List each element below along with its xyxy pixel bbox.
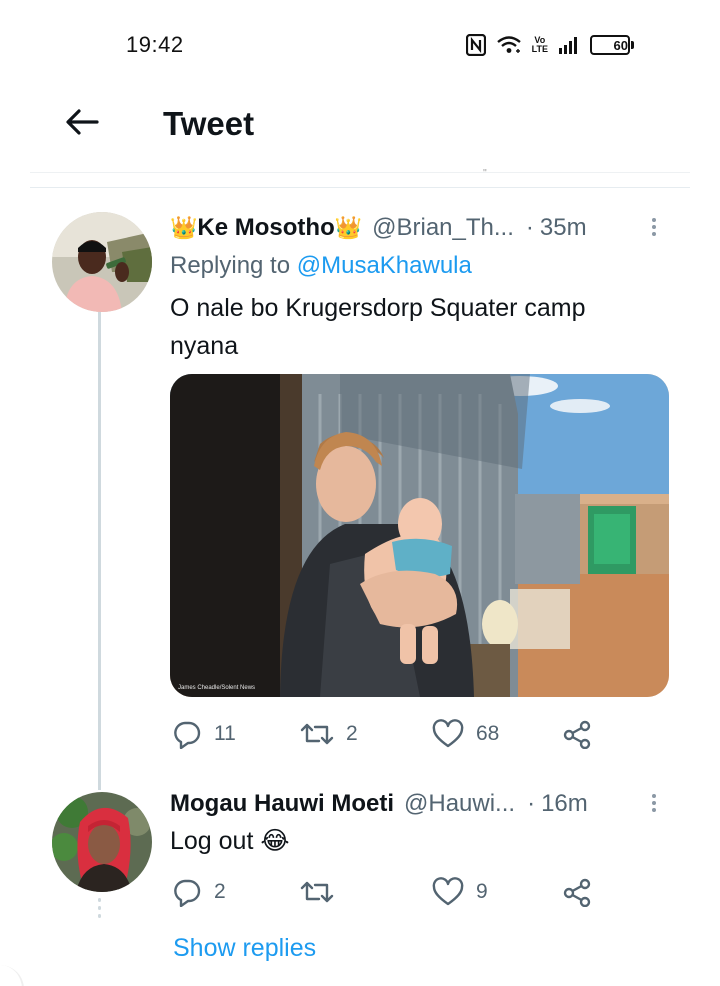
signal-icon [558,36,580,54]
divider [30,172,690,173]
wifi-icon [496,35,522,55]
like-button[interactable]: 9 [432,874,488,910]
reply-button[interactable]: 11 [172,716,236,752]
retweet-count: 2 [346,722,358,745]
like-button[interactable]: 68 [432,716,499,752]
status-bar: 19:42 Vo LTE 60 [0,0,720,90]
crown-emoji: 👑 [170,215,198,240]
reply-count: 11 [214,722,236,745]
more-vertical-icon [652,794,656,798]
nfc-icon [465,34,486,56]
like-icon [432,877,464,907]
photo-credit: James Cheadle/Solent News [178,685,256,691]
back-arrow-icon [65,108,99,141]
share-button[interactable] [562,874,592,910]
status-time: 19:42 [126,32,184,57]
retweet-icon [300,877,334,907]
top-bar: Tweet [0,90,720,158]
battery-icon: 60 [590,35,634,55]
scroll-edge [0,965,24,986]
more-vertical-icon [652,218,656,222]
share-button[interactable] [562,716,592,752]
divider [30,187,690,188]
retweet-button[interactable]: 2 [300,716,358,752]
tweet-text: Log out 😂 [170,827,290,855]
tweet-actions: 11 2 68 [170,716,600,752]
tweet-time[interactable]: 35m [540,214,587,242]
like-count: 68 [476,722,500,745]
page-title: Tweet [163,105,255,142]
share-icon [562,719,592,749]
tweet-time[interactable]: 16m [541,790,588,818]
reply-count: 2 [214,880,226,903]
user-handle[interactable]: @Hauwi... [404,790,515,818]
avatar-ke-mosotho[interactable] [52,212,152,312]
separator-dot: · [527,790,536,817]
reply-icon [172,719,202,749]
like-count: 9 [476,880,488,903]
reply-button[interactable]: 2 [172,874,226,910]
thread-dots [98,898,101,958]
show-replies-link[interactable]: Show replies [173,934,316,963]
share-icon [562,877,592,907]
volte-label: Vo LTE [531,35,548,54]
more-options-button[interactable] [644,788,664,818]
retweet-button[interactable] [300,874,346,910]
status-icons: Vo LTE 60 [465,33,634,57]
replying-to-label: Replying to [170,252,291,279]
display-name[interactable]: Ke Mosotho [197,214,334,242]
more-options-button[interactable] [644,212,664,242]
replying-to-link[interactable]: @MusaKhawula [297,252,472,279]
tweet-actions: 2 9 [170,874,600,910]
retweet-icon [300,719,334,749]
replying-to-line: Replying to @MusaKhawula [170,252,472,280]
like-icon [432,719,464,749]
reply-icon [172,877,202,907]
tweet-header: 👑 Ke Mosotho 👑 @Brian_Th... · 35m [170,211,587,245]
tweet-header: Mogau Hauwi Moeti @Hauwi... · 16m [170,787,588,821]
display-name[interactable]: Mogau Hauwi Moeti [170,790,394,818]
back-button[interactable] [56,102,108,146]
thread-line [98,312,101,790]
user-handle[interactable]: @Brian_Th... [372,214,514,242]
avatar-mogau-hauwi-moeti[interactable] [52,792,152,892]
separator-dot: · [525,214,534,241]
crown-emoji: 👑 [334,215,363,240]
tweet-photo[interactable]: James Cheadle/Solent News [170,374,669,697]
divider-mark: '' [483,168,487,179]
tweet-text: O nale bo Krugersdorp Squater camp nyana [170,294,586,360]
